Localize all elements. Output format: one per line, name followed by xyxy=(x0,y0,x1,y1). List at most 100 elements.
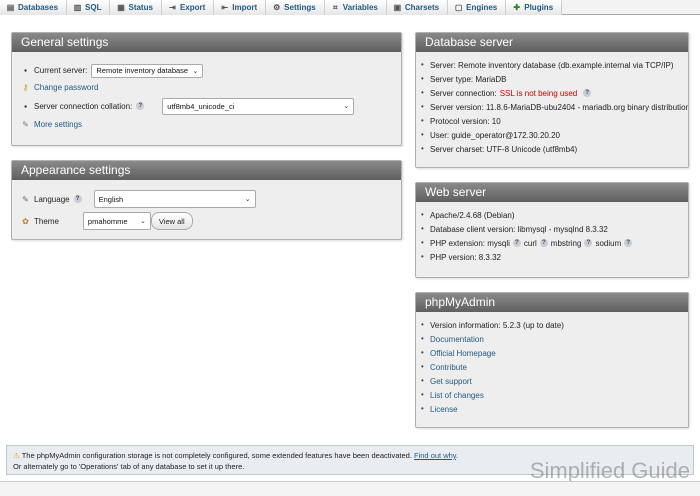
help-icon[interactable]: ? xyxy=(583,89,592,97)
wrench-icon: ✎ xyxy=(22,120,29,129)
current-server-select[interactable]: Remote inventory database ⌄ xyxy=(91,63,204,78)
list-item: Get support xyxy=(416,374,688,388)
database-server-title: Database server xyxy=(416,33,688,52)
status-icon: ▦ xyxy=(117,3,125,12)
database-server-panel: Database server Server: Remote inventory… xyxy=(415,32,689,168)
tab-charsets[interactable]: ▣ Charsets xyxy=(386,0,449,15)
apache-version: Apache/2.4.68 (Debian) xyxy=(430,210,515,220)
list-of-changes-link[interactable]: List of changes xyxy=(430,391,484,400)
language-icon: ✎ xyxy=(22,194,29,204)
contribute-link[interactable]: Contribute xyxy=(430,363,467,372)
list-item: Server version: 11.8.6-MariaDB-ubu2404 -… xyxy=(416,100,688,114)
tab-engines[interactable]: ▢ Engines xyxy=(448,0,507,15)
settings-icon: ⚙ xyxy=(273,3,281,12)
server-icon: ▪ xyxy=(24,66,27,75)
more-settings-row: ✎ More settings xyxy=(21,116,392,133)
php-version: PHP version: 8.3.32 xyxy=(430,252,502,262)
tab-label: Status xyxy=(128,3,153,12)
chevron-down-icon: ⌄ xyxy=(140,218,146,225)
tab-sql[interactable]: ▥ SQL xyxy=(67,0,111,15)
language-label: Language xyxy=(34,194,70,204)
more-settings-link[interactable]: More settings xyxy=(34,120,82,129)
db-client-version: Database client version: libmysql - mysq… xyxy=(430,224,608,234)
engines-icon: ▢ xyxy=(454,3,463,12)
view-all-button[interactable]: View all xyxy=(150,212,193,230)
list-item: Contribute xyxy=(416,360,688,374)
collation-label: Server connection collation: xyxy=(34,101,133,111)
console-bar xyxy=(0,481,700,496)
tab-label: Export xyxy=(179,3,206,12)
help-icon[interactable]: ? xyxy=(512,239,521,247)
tab-import[interactable]: ⇤ Import xyxy=(214,0,267,15)
tab-label: Variables xyxy=(342,3,378,12)
list-item: Server connection:SSL is not being used? xyxy=(416,86,688,100)
help-icon[interactable]: ? xyxy=(539,239,548,247)
collation-value: utf8mb4_unicode_ci xyxy=(167,101,235,111)
list-item: PHP extension: mysqli ? curl ? mbstring … xyxy=(416,236,688,250)
chevron-down-icon: ⌄ xyxy=(343,103,350,110)
notice-period: . xyxy=(455,451,459,460)
pma-version: Version information: 5.2.3 (up to date) xyxy=(430,320,564,330)
current-server-label: Current server: xyxy=(34,66,88,75)
list-item: PHP version: 8.3.32 xyxy=(416,250,688,264)
theme-select[interactable]: pmahomme ⌄ xyxy=(82,212,151,230)
language-select[interactable]: English ⌄ xyxy=(93,190,256,208)
tab-databases[interactable]: ▤ Databases xyxy=(0,0,68,15)
help-icon[interactable]: ? xyxy=(73,195,82,203)
change-password-link[interactable]: Change password xyxy=(34,83,98,92)
collation-select[interactable]: utf8mb4_unicode_ci ⌄ xyxy=(162,97,355,115)
help-icon[interactable]: ? xyxy=(136,102,145,110)
list-item: Database client version: libmysql - mysq… xyxy=(416,222,688,236)
collation-row: ▪ Server connection collation: ? utf8mb4… xyxy=(21,96,392,116)
phpmyadmin-list: Version information: 5.2.3 (up to date) … xyxy=(416,312,688,416)
web-server-title: Web server xyxy=(416,183,688,202)
import-icon: ⇤ xyxy=(221,3,229,12)
list-item: License xyxy=(416,402,688,416)
tab-label: Settings xyxy=(284,3,316,12)
tab-label: SQL xyxy=(85,3,102,12)
ssl-status: SSL is not being used xyxy=(499,88,578,98)
language-value: English xyxy=(98,194,124,204)
sql-icon: ▥ xyxy=(73,3,82,12)
phpmyadmin-title: phpMyAdmin xyxy=(416,293,688,312)
tab-plugins[interactable]: ✚ Plugins xyxy=(506,0,563,15)
theme-row: ✿ Theme pmahomme ⌄ View all xyxy=(21,210,392,232)
tab-settings[interactable]: ⚙ Settings xyxy=(266,0,325,15)
theme-icon: ✿ xyxy=(22,216,29,226)
tab-label: Plugins xyxy=(524,3,554,12)
server-info: Server: Remote inventory database (db.ex… xyxy=(430,60,674,70)
warning-icon: ⚠ xyxy=(13,451,20,460)
list-item: Server: Remote inventory database (db.ex… xyxy=(416,58,688,72)
general-settings-title: General settings xyxy=(12,33,401,52)
help-icon[interactable]: ? xyxy=(584,239,593,247)
get-support-link[interactable]: Get support xyxy=(430,377,472,386)
help-icon[interactable]: ? xyxy=(624,239,633,247)
license-link[interactable]: License xyxy=(430,405,458,414)
find-out-why-link[interactable]: Find out why xyxy=(414,451,456,460)
list-item: Official Homepage xyxy=(416,346,688,360)
list-item: Protocol version: 10 xyxy=(416,114,688,128)
tab-export[interactable]: ⇥ Export xyxy=(161,0,215,15)
tab-variables[interactable]: ⌗ Variables xyxy=(324,0,387,15)
charsets-icon: ▣ xyxy=(393,3,402,12)
tab-label: Databases xyxy=(18,3,59,12)
list-item: Documentation xyxy=(416,332,688,346)
language-row: ✎ Language ? English ⌄ xyxy=(21,188,392,210)
current-server-value: Remote inventory database xyxy=(96,66,189,75)
list-item: Apache/2.4.68 (Debian) xyxy=(416,208,688,222)
web-server-panel: Web server Apache/2.4.68 (Debian) Databa… xyxy=(415,182,689,278)
list-item: Server charset: UTF-8 Unicode (utf8mb4) xyxy=(416,142,688,156)
tab-status[interactable]: ▦ Status xyxy=(110,0,162,15)
php-extension-sodium: sodium xyxy=(595,238,622,248)
top-tab-bar: ▤ Databases ▥ SQL ▦ Status ⇥ Export ⇤ Import … xyxy=(0,0,700,15)
official-homepage-link[interactable]: Official Homepage xyxy=(430,349,496,358)
server-connection-label: Server connection: xyxy=(430,88,497,98)
database-icon: ▤ xyxy=(6,3,15,12)
server-version: Server version: 11.8.6-MariaDB-ubu2404 -… xyxy=(430,102,689,112)
appearance-settings-panel: Appearance settings ✎ Language ? English… xyxy=(11,160,402,240)
documentation-link[interactable]: Documentation xyxy=(430,335,484,344)
variables-icon: ⌗ xyxy=(332,2,338,12)
chevron-down-icon: ⌄ xyxy=(244,196,251,203)
list-item: User: guide_operator@172.30.20.20 xyxy=(416,128,688,142)
chevron-down-icon: ⌄ xyxy=(192,67,199,75)
